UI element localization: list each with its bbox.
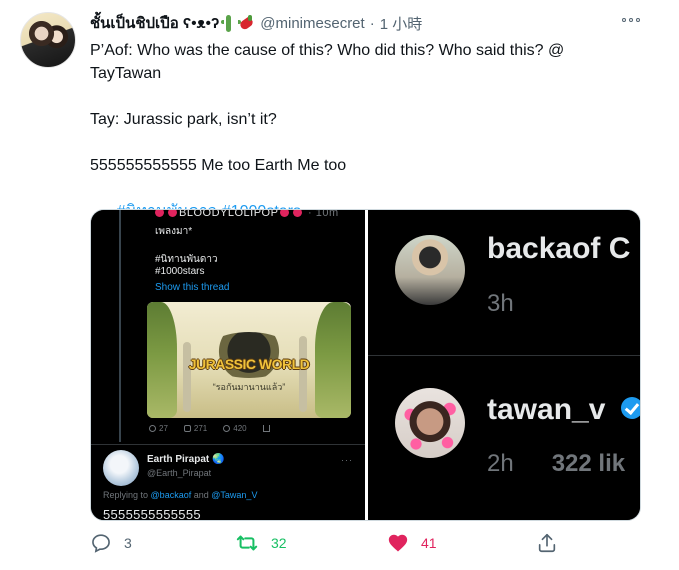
- earth-avatar: [103, 450, 139, 486]
- divider: [368, 355, 640, 356]
- tawan-avatar: [395, 388, 465, 458]
- poster-title: JURASSIC WORLD: [188, 356, 310, 372]
- hot-pepper-icon: [238, 15, 254, 31]
- reply-icon: [149, 425, 156, 432]
- like-button[interactable]: 41: [387, 532, 437, 554]
- verified-badge-icon: [621, 397, 640, 419]
- author-display-name[interactable]: ชั้นเป็นชิปเปือ ʕ•ᴥ•ʔ: [90, 11, 219, 35]
- share-icon: [262, 425, 270, 432]
- media-image-right[interactable]: backaof C 3h tawan_v 2h 322 lik: [368, 210, 640, 520]
- retweet-icon: [183, 425, 191, 432]
- post-time: 3h: [487, 290, 514, 317]
- reply-author-name: Earth Pirapat 🌏: [147, 454, 225, 465]
- separator-dot: ·: [369, 14, 375, 32]
- backaof-avatar: [395, 235, 465, 305]
- reply-text: 5555555555555: [103, 507, 201, 521]
- tweet-header: ชั้นเป็นชิปเปือ ʕ•ᴥ•ʔ @minimesecret · 1 …: [90, 11, 422, 35]
- heart-icon: [223, 425, 231, 432]
- replying-to: Replying to @backaof and @Tawan_V: [103, 490, 258, 500]
- reply-button[interactable]: 3: [90, 532, 132, 554]
- reply-count: 3: [124, 535, 132, 551]
- more-options-icon: ···: [341, 455, 353, 465]
- cactus-icon: [221, 14, 242, 32]
- tweet-text-line: P’Aof: Who was the cause of this? Who di…: [90, 42, 565, 59]
- heart-icon: [388, 534, 408, 552]
- author-avatar[interactable]: [20, 12, 76, 68]
- embedded-text-line: เพลงมา*: [155, 226, 193, 237]
- reply-author-handle: @Earth_Pirapat: [147, 468, 212, 478]
- profile-name: tawan_v: [487, 393, 606, 426]
- author-handle[interactable]: @minimesecret: [260, 15, 364, 32]
- attached-media[interactable]: BLOODYLOLIPOP · 10m เพลงมา* #นิทานพันดาว…: [90, 209, 641, 521]
- embedded-text-line: #นิทานพันดาว: [155, 254, 218, 265]
- media-image-left[interactable]: BLOODYLOLIPOP · 10m เพลงมา* #นิทานพันดาว…: [91, 210, 365, 521]
- embedded-stats: 27 271 420: [149, 424, 289, 433]
- more-options-icon[interactable]: [622, 12, 640, 28]
- embedded-top-user: BLOODYLOLIPOP · 10m: [153, 210, 339, 219]
- show-thread-link: Show this thread: [155, 282, 230, 293]
- tweet-text-line: 555555555555 Me too Earth Me too: [90, 157, 347, 174]
- like-count: 41: [421, 535, 437, 551]
- profile-name: backaof C: [487, 232, 631, 265]
- reply-icon: [92, 534, 110, 553]
- tweet-card[interactable]: ชั้นเป็นชิปเปือ ʕ•ᴥ•ʔ @minimesecret · 1 …: [0, 0, 679, 570]
- retweet-button[interactable]: 32: [235, 532, 287, 554]
- divider: [91, 444, 365, 445]
- tweet-text-line: TayTawan: [90, 65, 162, 82]
- thread-line: [119, 210, 121, 442]
- poster-subtitle: “รอกันมานานแล้ว”: [212, 382, 286, 392]
- retweet-count: 32: [271, 535, 287, 551]
- share-button[interactable]: [536, 532, 558, 554]
- tweet-actions: 3 32 41: [90, 532, 560, 558]
- tweet-timestamp[interactable]: 1 小時: [380, 13, 423, 34]
- retweet-icon: [236, 535, 258, 551]
- share-icon: [538, 533, 556, 553]
- embedded-text-line: #1000stars: [155, 266, 205, 277]
- post-time: 2h 322 lik: [487, 450, 626, 477]
- jurassic-world-poster: JURASSIC WORLD “รอกันมานานแล้ว”: [147, 302, 351, 418]
- tweet-text-line: Tay: Jurassic park, isn’t it?: [90, 111, 277, 128]
